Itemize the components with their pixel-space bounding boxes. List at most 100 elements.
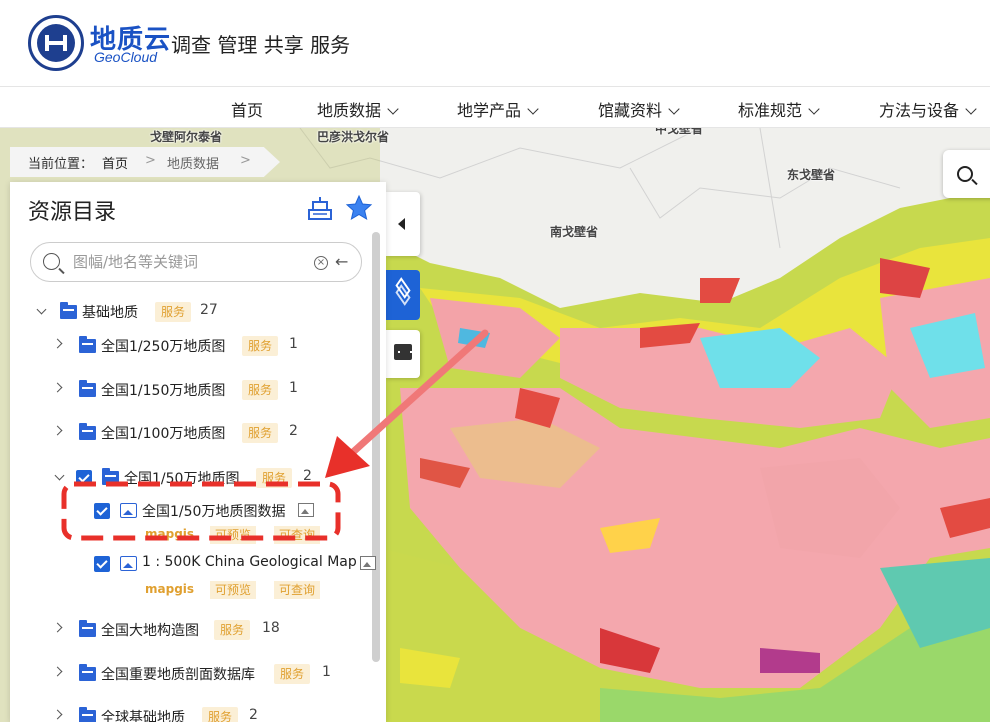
service-badge: 服务 [202, 707, 239, 722]
nav-item-geo-data[interactable]: 地质数据 [317, 97, 399, 121]
breadcrumb-separator: > [240, 153, 251, 168]
breadcrumb-home-link[interactable]: 首页 [102, 153, 128, 172]
tree-node-label: 全国1/100万地质图 [101, 426, 226, 442]
tree-node-tectonic-map[interactable]: 全国大地构造图 服务 18 [10, 617, 370, 645]
tree-node-label: 全国重要地质剖面数据库 [101, 667, 255, 683]
item-count: 2 [303, 468, 312, 484]
service-badge: 服务 [256, 468, 293, 488]
checkbox-checked[interactable] [94, 556, 110, 572]
tree-node-geo-section-db[interactable]: 全国重要地质剖面数据库 服务 1 [10, 661, 370, 689]
map-label-province: 东戈壁省 [787, 168, 836, 182]
chevron-down-icon [965, 103, 977, 115]
map-label-province: 中戈壁省 [655, 128, 704, 136]
panel-title: 资源目录 [28, 200, 117, 225]
site-header: 地质云 GeoCloud 调查 管理 共享 服务 [0, 0, 990, 86]
item-count: 2 [249, 707, 258, 722]
preview-icon[interactable] [298, 503, 314, 517]
nav-item-geo-products[interactable]: 地学产品 [457, 97, 539, 121]
item-count: 27 [200, 302, 218, 318]
service-badge: 服务 [214, 620, 251, 640]
item-count: 1 [289, 336, 298, 352]
tree-node-label: 全国1/50万地质图 [124, 471, 240, 487]
breadcrumb-current-link[interactable]: 地质数据 [167, 153, 219, 172]
format-tag: mapgis [145, 582, 195, 596]
sql-database-icon[interactable] [307, 196, 333, 222]
map-label-province: 南戈壁省 [550, 225, 599, 239]
map-label-province: 戈壁阿尔泰省 [150, 130, 223, 144]
chevron-down-icon[interactable] [36, 304, 47, 315]
tree-node-500k-china-geomap[interactable]: 1 : 500K China Geological Map mapgis 可预览… [10, 551, 376, 599]
service-badge: 服务 [242, 423, 279, 443]
legend-button[interactable] [386, 330, 420, 378]
layers-button[interactable] [386, 270, 420, 320]
panel-scrollbar[interactable] [372, 232, 380, 662]
chevron-down-icon[interactable] [54, 470, 65, 481]
folder-icon [102, 468, 119, 485]
catalog-search: × ← [30, 242, 362, 282]
chevron-down-icon [387, 103, 399, 115]
chevron-right-icon[interactable] [52, 666, 63, 677]
service-badge: 服务 [274, 664, 311, 684]
chevron-down-icon [668, 103, 680, 115]
folder-icon [79, 664, 96, 681]
tree-node-label: 1 : 500K China Geological Map [142, 554, 357, 570]
checkbox-checked[interactable] [76, 470, 92, 486]
resource-catalog-panel: 资源目录 × ← 基础地质 服务 27 全国1/250万地质图 服务 1 全国1… [10, 182, 386, 722]
tree-node-150w-geomap[interactable]: 全国1/150万地质图 服务 1 [10, 377, 370, 405]
item-count: 18 [262, 620, 280, 636]
brand-name-en: GeoCloud [94, 49, 158, 65]
arrow-left-icon[interactable]: ← [335, 252, 348, 271]
folder-icon [79, 336, 96, 353]
tree-node-50w-geomap[interactable]: 全国1/50万地质图 服务 2 [10, 465, 370, 493]
tree-node-250w-geomap[interactable]: 全国1/250万地质图 服务 1 [10, 333, 370, 361]
service-badge: 服务 [242, 380, 279, 400]
breadcrumb-separator: > [145, 153, 156, 168]
nav-item-home[interactable]: 首页 [231, 97, 263, 121]
image-layer-icon [120, 556, 137, 571]
chevron-right-icon[interactable] [52, 338, 63, 349]
queryable-tag: 可查询 [274, 581, 321, 599]
tree-node-label: 全国大地构造图 [101, 623, 199, 639]
tree-node-basic-geology[interactable]: 基础地质 服务 27 [10, 299, 370, 327]
preview-icon[interactable] [360, 556, 376, 570]
previewable-tag: 可预览 [210, 526, 257, 544]
clear-icon[interactable]: × [314, 256, 328, 270]
nav-item-standards[interactable]: 标准规范 [738, 97, 820, 121]
chevron-right-icon[interactable] [52, 709, 63, 720]
star-icon[interactable] [345, 194, 373, 222]
folder-icon [79, 707, 96, 722]
tree-node-label: 基础地质 [82, 305, 138, 321]
survey-seal-logo[interactable] [28, 15, 84, 71]
tree-node-50w-geomap-data[interactable]: 全国1/50万地质图数据 mapgis 可预览 可查询 [10, 498, 370, 544]
tree-node-100w-geomap[interactable]: 全国1/100万地质图 服务 2 [10, 420, 370, 448]
tree-node-label: 全国1/150万地质图 [101, 383, 226, 399]
nav-item-methods-equipment[interactable]: 方法与设备 [879, 97, 977, 121]
main-nav: 首页 地质数据 地学产品 馆藏资料 标准规范 方法与设备 [0, 86, 990, 128]
item-count: 1 [289, 380, 298, 396]
previewable-tag: 可预览 [210, 581, 257, 599]
breadcrumb-prefix: 当前位置： [28, 157, 94, 172]
chevron-right-icon[interactable] [52, 622, 63, 633]
checkbox-checked[interactable] [94, 503, 110, 519]
tree-node-label: 全国1/250万地质图 [101, 339, 226, 355]
chevron-down-icon [808, 103, 820, 115]
panel-collapse-toggle[interactable] [386, 192, 420, 256]
chevron-right-icon[interactable] [52, 425, 63, 436]
item-count: 1 [322, 664, 331, 680]
service-badge: 服务 [242, 336, 279, 356]
chevron-down-icon [527, 103, 539, 115]
tree-node-label: 全球基础地质 [101, 710, 185, 722]
tree-node-global-geology[interactable]: 全球基础地质 服务 2 [10, 704, 370, 722]
map-search-button[interactable] [943, 150, 990, 198]
folder-icon [79, 380, 96, 397]
nav-item-archives[interactable]: 馆藏资料 [598, 97, 680, 121]
tree-node-label: 全国1/50万地质图数据 [142, 504, 286, 520]
service-badge: 服务 [155, 302, 192, 322]
image-layer-icon [120, 503, 137, 518]
legend-icon [394, 344, 412, 360]
chevron-right-icon[interactable] [52, 382, 63, 393]
folder-icon [79, 423, 96, 440]
search-icon [43, 253, 60, 270]
catalog-search-input[interactable] [73, 251, 303, 273]
site-slogan: 调查 管理 共享 服务 [171, 33, 351, 57]
